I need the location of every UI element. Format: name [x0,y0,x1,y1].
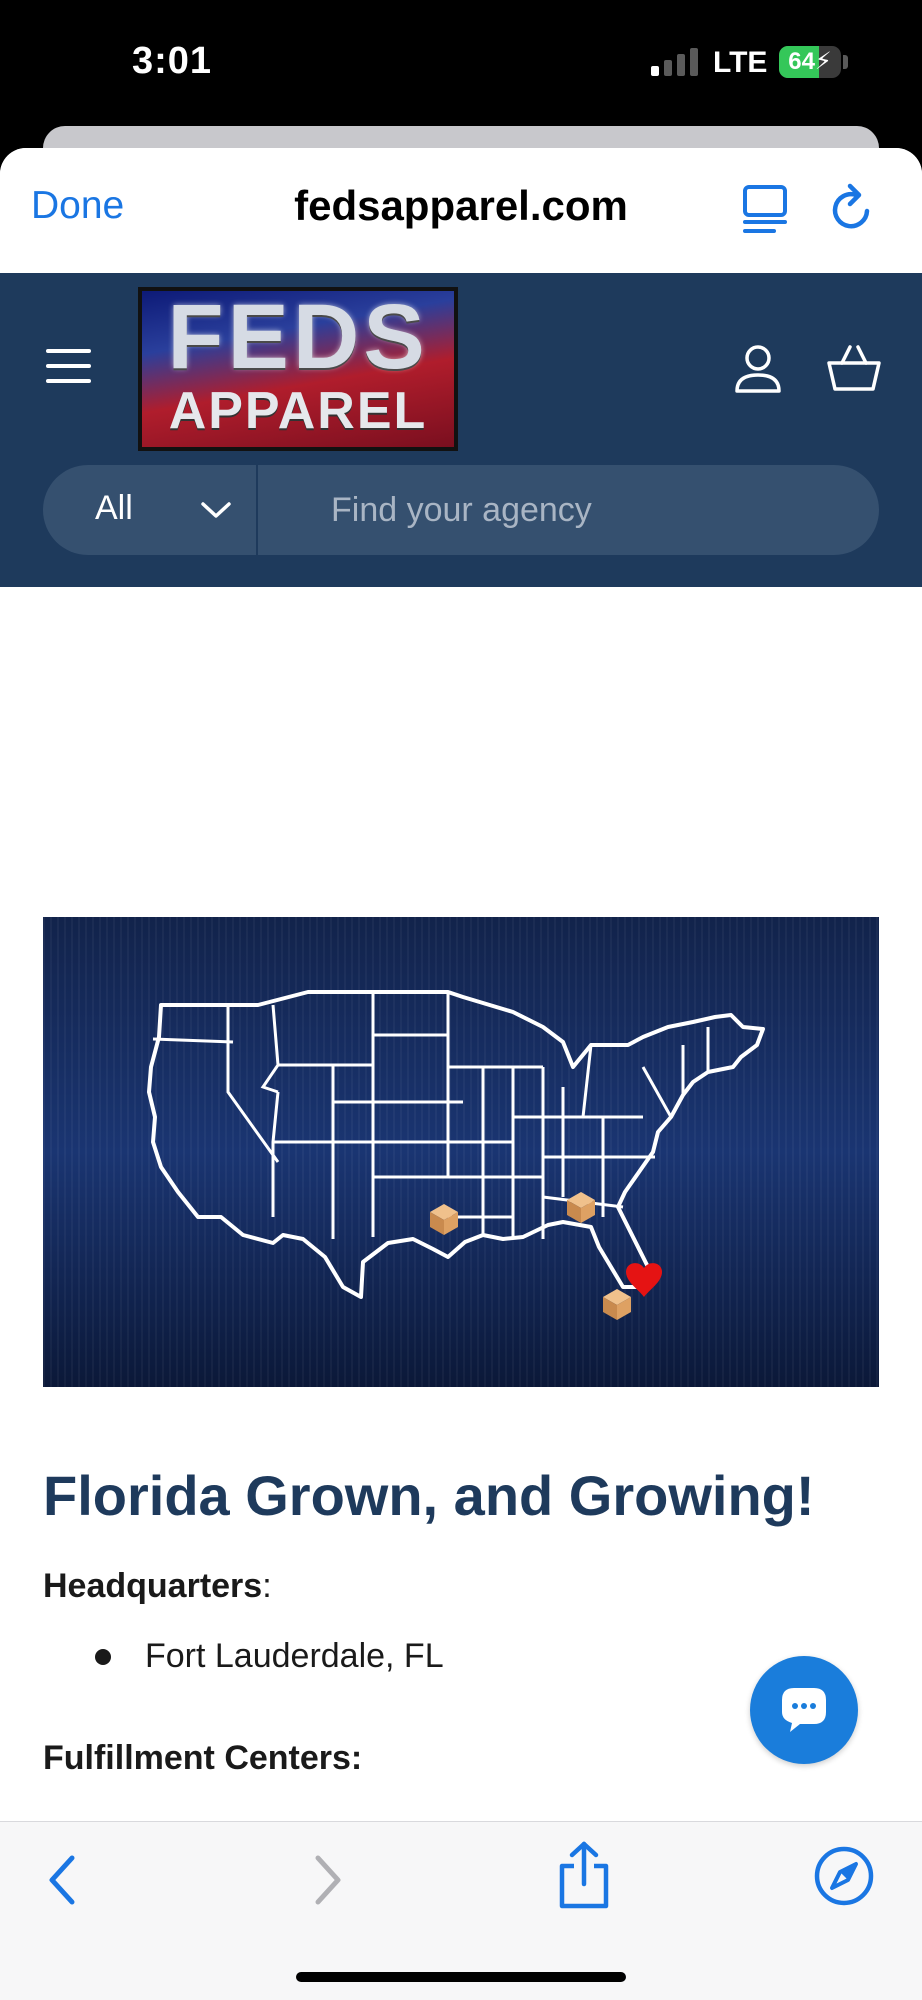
search-input[interactable] [258,465,879,555]
phone-screen: 3:01 LTE 64⚡ Done fedsapparel.com FEDS A… [0,0,922,2000]
us-map-banner [43,917,879,1387]
heart-marker-florida [626,1263,662,1297]
headquarters-label: Headquarters: [43,1567,272,1605]
safari-compass-icon[interactable] [812,1844,876,1908]
list-bullet [95,1649,111,1665]
done-button[interactable]: Done [31,184,124,228]
box-marker-texas [430,1204,458,1235]
search-bar: All [43,465,879,555]
page-title: Florida Grown, and Growing! [43,1464,815,1527]
logo-line-1: FEDS [167,287,429,388]
chevron-down-icon [201,502,231,518]
page-content: Florida Grown, and Growing! Headquarters… [0,587,922,2000]
battery-percent: 64⚡ [788,48,832,75]
headquarters-location: Fort Lauderdale, FL [145,1637,444,1675]
account-icon[interactable] [733,343,783,395]
reload-icon[interactable] [826,183,878,235]
browser-header: Done fedsapparel.com [0,148,922,273]
box-marker-florida [603,1289,631,1320]
chat-bubble-icon [782,1688,826,1732]
search-category-value: All [95,489,133,527]
state-borders [152,992,710,1239]
battery-icon: 64⚡ [779,46,841,78]
network-type: LTE [713,46,768,79]
status-time: 3:01 [132,40,213,82]
home-indicator [296,1972,626,1982]
url-title[interactable]: fedsapparel.com [200,182,722,230]
site-header: FEDS APPAREL All [0,273,922,587]
us-outline [147,990,765,1299]
signal-strength-icon [651,48,699,76]
feds-apparel-logo[interactable]: FEDS APPAREL [138,287,458,451]
share-icon[interactable] [556,1840,612,1910]
back-icon[interactable] [42,1852,82,1908]
cart-icon[interactable] [826,343,882,393]
hamburger-menu-icon[interactable] [46,348,91,384]
chat-button[interactable] [750,1656,858,1764]
logo-line-2: APPAREL [168,382,428,440]
fulfillment-centers-label: Fulfillment Centers: [43,1739,363,1777]
forward-icon[interactable] [308,1852,348,1908]
search-category-select[interactable]: All [43,465,256,555]
reader-view-icon[interactable] [740,183,790,235]
status-bar: 3:01 LTE 64⚡ [0,0,922,128]
us-map-image [147,990,765,1320]
box-marker-georgia [567,1192,595,1223]
battery-nub [843,55,848,69]
